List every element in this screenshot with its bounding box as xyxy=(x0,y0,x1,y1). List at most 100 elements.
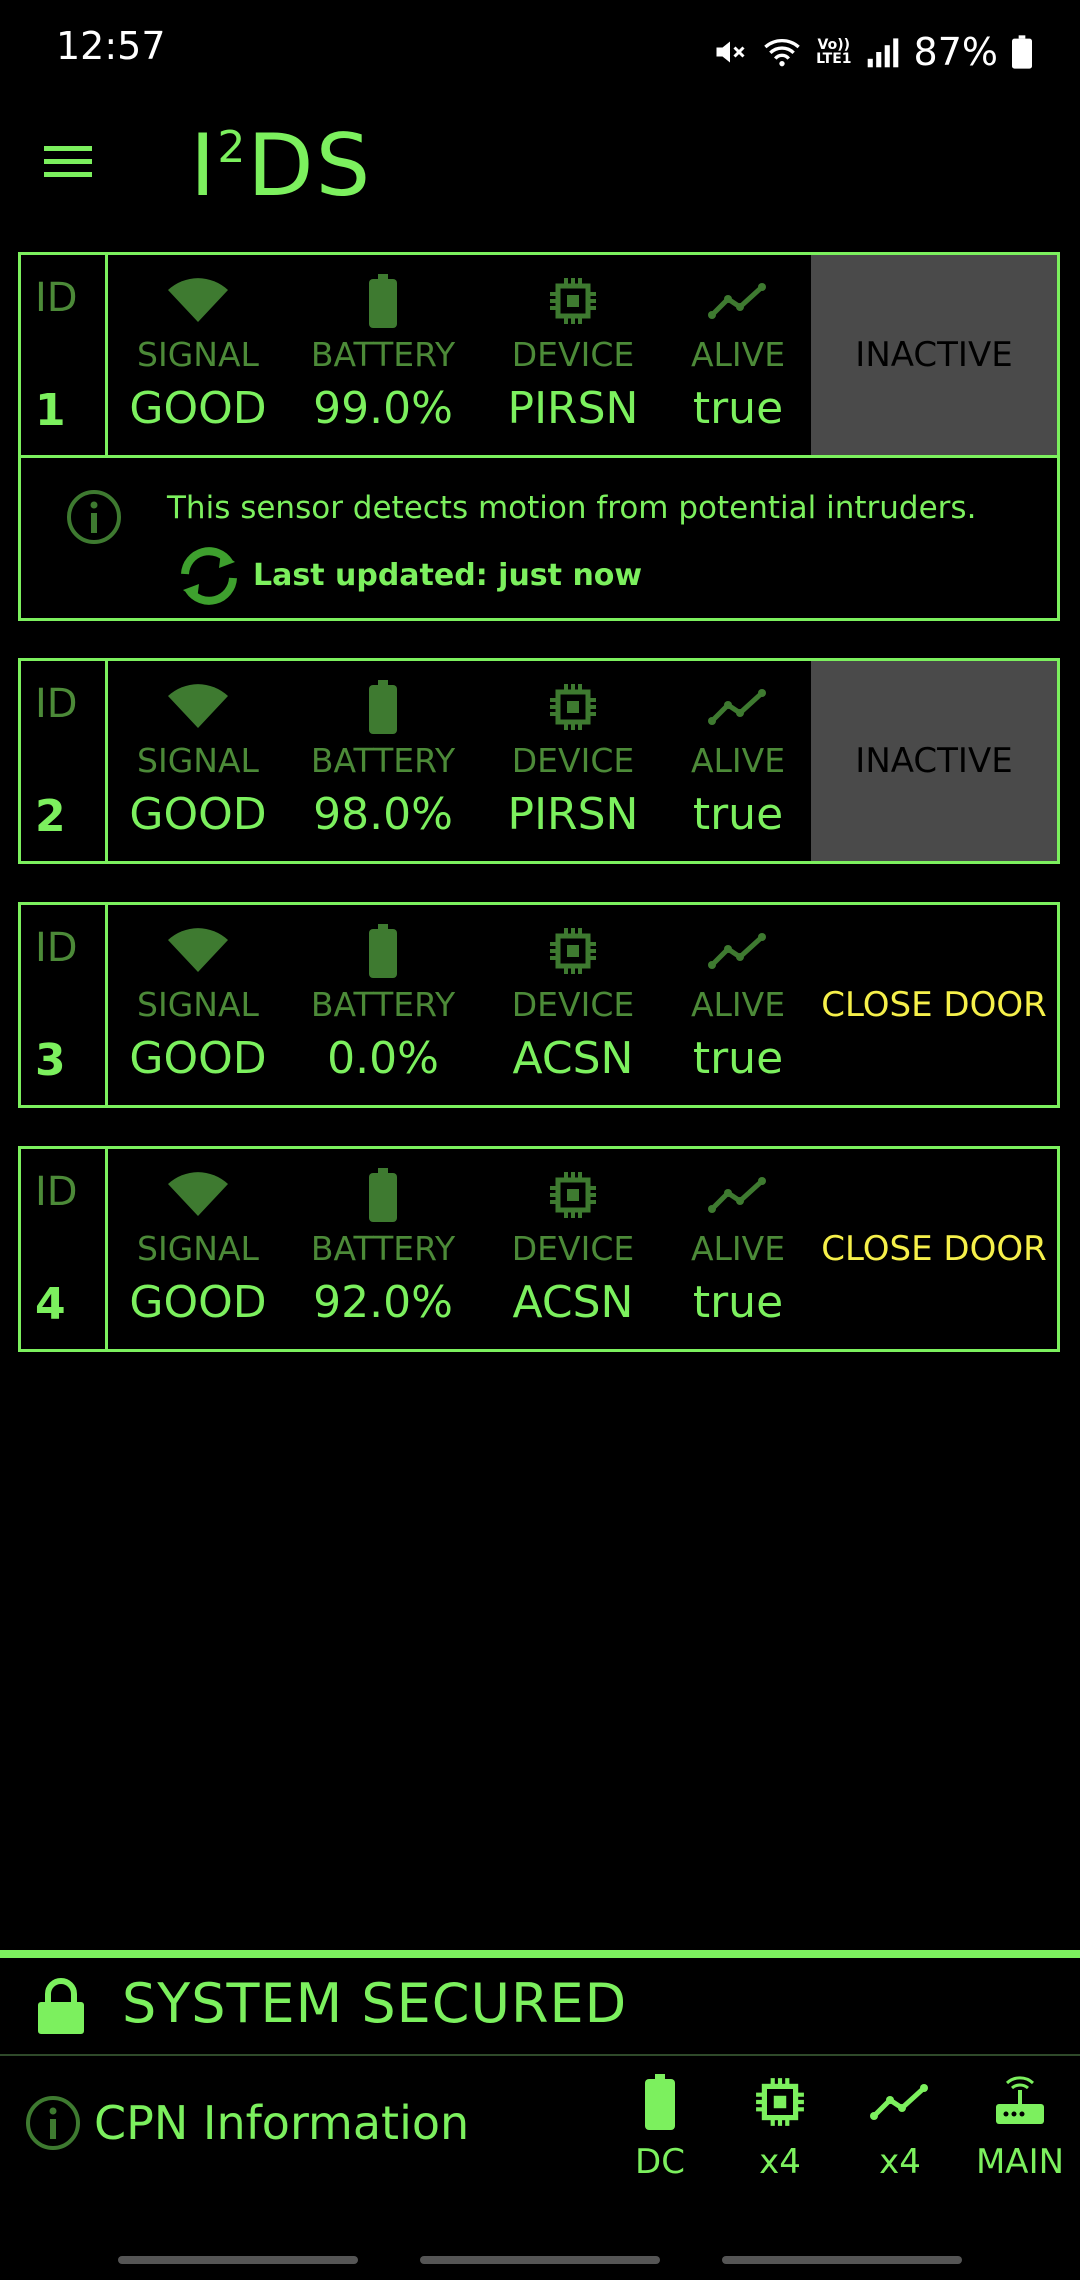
signal-icon xyxy=(168,1172,228,1216)
battery-value: 92.0% xyxy=(313,1277,453,1328)
last-updated-text: Last updated: just now xyxy=(253,558,643,593)
sensor-row: ID 1 SIGNAL GOOD BATTERY 99.0% DEVICE PI… xyxy=(21,255,1057,455)
battery-label: BATTERY xyxy=(310,335,456,374)
cpn-stat-main: MAIN xyxy=(965,2070,1075,2182)
app-bar: I2DS xyxy=(0,100,1080,250)
signal-value: GOOD xyxy=(129,1277,267,1328)
cpn-stat-label: DC xyxy=(635,2142,685,2182)
volte-icon: Vo)) LTE1 xyxy=(816,38,851,66)
trend-icon xyxy=(708,933,766,969)
id-value: 3 xyxy=(35,1035,66,1086)
alive-metric: ALIVE true xyxy=(668,661,808,861)
status-bar: 12:57 Vo)) LTE1 87% xyxy=(0,0,1080,100)
sensor-card-1[interactable]: ID 1 SIGNAL GOOD BATTERY 99.0% DEVICE PI… xyxy=(18,252,1060,621)
battery-icon xyxy=(369,274,397,328)
cpn-info-button[interactable]: CPN Information xyxy=(24,2088,469,2158)
battery-value: 98.0% xyxy=(313,789,453,840)
sensor-row: ID 2 SIGNAL GOOD BATTERY 98.0% DEVICE PI… xyxy=(21,661,1057,861)
sensor-card-4[interactable]: ID 4 SIGNAL GOOD BATTERY 92.0% DEVICE AC… xyxy=(18,1146,1060,1352)
cpn-stat-dc: DC xyxy=(605,2070,715,2182)
info-icon xyxy=(26,2096,80,2150)
signal-label: SIGNAL xyxy=(137,985,259,1024)
id-value: 1 xyxy=(35,385,66,436)
refresh-icon[interactable] xyxy=(175,544,243,608)
battery-percent: 87% xyxy=(913,30,998,74)
cpn-stat-chips: x4 xyxy=(725,2070,835,2182)
signal-icon xyxy=(168,684,228,728)
id-label: ID xyxy=(35,681,78,727)
battery-metric: BATTERY 98.0% xyxy=(288,661,478,861)
battery-icon xyxy=(369,680,397,734)
signal-icon xyxy=(168,278,228,322)
alive-value: true xyxy=(692,789,784,840)
signal-metric: SIGNAL GOOD xyxy=(108,1149,288,1349)
alive-metric: ALIVE true xyxy=(668,1149,808,1349)
id-column: ID 1 xyxy=(21,255,108,455)
signal-value: GOOD xyxy=(129,1033,267,1084)
id-column: ID 3 xyxy=(21,905,108,1105)
trend-icon xyxy=(870,2084,928,2120)
sensor-row: ID 3 SIGNAL GOOD BATTERY 0.0% DEVICE ACS… xyxy=(21,905,1057,1105)
device-label: DEVICE xyxy=(511,1229,635,1268)
battery-label: BATTERY xyxy=(310,985,456,1024)
inactive-button[interactable]: INACTIVE xyxy=(811,661,1057,861)
signal-label: SIGNAL xyxy=(137,741,259,780)
battery-icon xyxy=(1012,35,1032,69)
status-icons: Vo)) LTE1 87% xyxy=(712,24,1032,80)
battery-value: 0.0% xyxy=(327,1033,439,1084)
device-label: DEVICE xyxy=(511,985,635,1024)
system-status-text: SYSTEM SECURED xyxy=(122,1972,628,2035)
chip-icon xyxy=(550,928,596,974)
app-title: I2DS xyxy=(190,116,372,216)
menu-button[interactable] xyxy=(40,134,106,200)
sensor-card-2[interactable]: ID 2 SIGNAL GOOD BATTERY 98.0% DEVICE PI… xyxy=(18,658,1060,864)
sensor-row: ID 4 SIGNAL GOOD BATTERY 92.0% DEVICE AC… xyxy=(21,1149,1057,1349)
chip-icon xyxy=(756,2078,804,2126)
close-door-button[interactable]: CLOSE DOOR xyxy=(811,905,1057,1105)
id-column: ID 4 xyxy=(21,1149,108,1349)
chip-icon xyxy=(550,1172,596,1218)
inactive-button[interactable]: INACTIVE xyxy=(811,255,1057,455)
signal-metric: SIGNAL GOOD xyxy=(108,905,288,1105)
info-icon xyxy=(67,490,121,544)
id-column: ID 2 xyxy=(21,661,108,861)
nav-handle[interactable] xyxy=(722,2256,962,2264)
cpn-info-label: CPN Information xyxy=(94,2096,470,2150)
nav-handle[interactable] xyxy=(420,2256,660,2264)
cpn-stat-label: MAIN xyxy=(975,2142,1065,2182)
alive-metric: ALIVE true xyxy=(668,255,808,455)
lock-icon xyxy=(38,1978,84,2034)
trend-icon xyxy=(708,689,766,725)
id-value: 4 xyxy=(35,1279,66,1330)
alive-label: ALIVE xyxy=(690,985,786,1024)
device-value: PIRSN xyxy=(507,383,639,434)
app-title-main: I xyxy=(190,116,218,216)
id-label: ID xyxy=(35,275,78,321)
device-label: DEVICE xyxy=(511,741,635,780)
device-metric: DEVICE ACSN xyxy=(478,1149,668,1349)
cpn-stat-alive: x4 xyxy=(845,2070,955,2182)
device-label: DEVICE xyxy=(511,335,635,374)
cpn-stat-label: x4 xyxy=(879,2142,921,2182)
device-value: ACSN xyxy=(512,1033,634,1084)
app-title-rest: DS xyxy=(247,116,373,216)
signal-value: GOOD xyxy=(129,383,267,434)
sensor-description: This sensor detects motion from potentia… xyxy=(167,490,977,526)
battery-icon xyxy=(645,2074,675,2130)
nav-handle[interactable] xyxy=(118,2256,358,2264)
device-value: ACSN xyxy=(512,1277,634,1328)
chip-icon xyxy=(550,684,596,730)
close-door-button[interactable]: CLOSE DOOR xyxy=(811,1149,1057,1349)
device-metric: DEVICE ACSN xyxy=(478,905,668,1105)
wifi-icon xyxy=(764,39,800,67)
battery-icon xyxy=(369,924,397,978)
sensor-card-3[interactable]: ID 3 SIGNAL GOOD BATTERY 0.0% DEVICE ACS… xyxy=(18,902,1060,1108)
trend-icon xyxy=(708,283,766,319)
alive-value: true xyxy=(692,1033,784,1084)
mute-icon xyxy=(716,41,745,63)
signal-metric: SIGNAL GOOD xyxy=(108,255,288,455)
id-value: 2 xyxy=(35,791,66,842)
signal-label: SIGNAL xyxy=(137,1229,259,1268)
battery-value: 99.0% xyxy=(313,383,453,434)
battery-metric: BATTERY 92.0% xyxy=(288,1149,478,1349)
